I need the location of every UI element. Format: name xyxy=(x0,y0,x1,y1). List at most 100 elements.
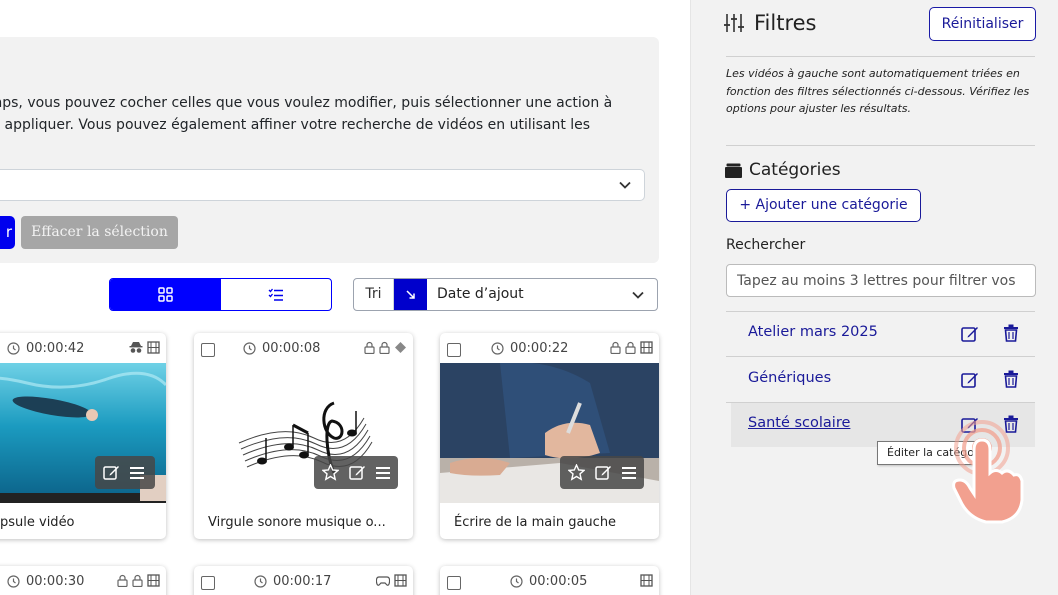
duration: 00:00:42 xyxy=(7,341,84,356)
card-status-icons xyxy=(117,574,160,587)
duration: 00:00:17 xyxy=(254,574,331,589)
reset-button[interactable]: Réinitialiser xyxy=(929,7,1036,41)
video-card[interactable]: 00:00:05 xyxy=(440,566,659,595)
chevron-down-icon xyxy=(619,181,631,189)
video-thumbnail[interactable] xyxy=(440,363,659,503)
list-view-button[interactable] xyxy=(221,279,332,310)
menu-icon[interactable] xyxy=(130,466,144,479)
card-status-icons xyxy=(640,574,653,587)
search-label: Rechercher xyxy=(726,237,806,253)
select-checkbox[interactable] xyxy=(447,576,461,590)
view-toggle xyxy=(109,278,332,311)
duration-text: 00:00:30 xyxy=(26,574,85,589)
duration-text: 00:00:22 xyxy=(510,341,569,356)
lock-icon xyxy=(610,341,621,354)
video-library: emps, vous pouvez cocher celles que vous… xyxy=(0,0,690,595)
clock-icon xyxy=(7,575,20,588)
film-icon xyxy=(394,574,407,587)
video-title[interactable]: Écrire de la main gauche xyxy=(454,515,616,530)
sort-desc-arrow-icon xyxy=(405,289,415,299)
apply-button[interactable]: r xyxy=(0,216,15,249)
clock-icon xyxy=(510,575,523,588)
clear-selection-button[interactable]: Effacer la sélection xyxy=(21,216,178,249)
info-line-2: uis appliquer. Vous pouvez également aff… xyxy=(0,117,591,133)
divider xyxy=(726,356,1035,357)
sort-label: Tri xyxy=(354,279,394,310)
lock-icon xyxy=(132,574,143,587)
filters-header: Filtres xyxy=(724,11,817,35)
sliders-icon xyxy=(724,14,744,32)
video-card[interactable]: 00:00:17 xyxy=(194,566,413,595)
category-item[interactable]: Génériques xyxy=(731,358,1035,402)
card-header: 00:00:08 xyxy=(194,333,413,363)
edit-icon[interactable] xyxy=(349,464,366,481)
card-status-icons xyxy=(129,341,160,354)
add-category-button[interactable]: + Ajouter une catégorie xyxy=(726,189,921,222)
categories-header: Catégories xyxy=(725,160,841,180)
grid-view-button[interactable] xyxy=(110,279,221,310)
edit-icon[interactable] xyxy=(961,371,979,389)
thumb-actions xyxy=(95,456,155,489)
film-icon xyxy=(147,341,160,354)
clock-icon xyxy=(491,342,504,355)
select-checkbox[interactable] xyxy=(201,343,215,357)
card-status-icons xyxy=(364,341,407,354)
duration-text: 00:00:42 xyxy=(26,341,85,356)
edit-icon[interactable] xyxy=(103,464,120,481)
film-icon xyxy=(640,574,653,587)
trash-icon[interactable] xyxy=(1003,324,1019,342)
category-name[interactable]: Atelier mars 2025 xyxy=(748,324,878,340)
duration-text: 00:00:08 xyxy=(262,341,321,356)
lock-icon xyxy=(379,341,390,354)
edit-icon[interactable] xyxy=(961,325,979,343)
lock-icon xyxy=(625,341,636,354)
video-card[interactable]: 00:00:08 Virgule sonore musique o... xyxy=(194,333,413,539)
pointer-hand-icon xyxy=(952,420,1024,524)
grid-icon xyxy=(158,287,173,302)
thumb-actions xyxy=(314,456,398,489)
sort-direction-button[interactable] xyxy=(394,279,427,310)
star-icon[interactable] xyxy=(568,464,585,481)
duration: 00:00:05 xyxy=(510,574,587,589)
incognito-icon xyxy=(129,342,143,353)
divider xyxy=(726,145,1035,146)
video-card[interactable]: 00:00:22 Écrire de la main gauche xyxy=(440,333,659,539)
lock-icon xyxy=(364,341,375,354)
card-status-icons xyxy=(376,574,407,587)
category-name[interactable]: Génériques xyxy=(748,370,831,386)
chevron-down-icon xyxy=(632,291,644,299)
select-checkbox[interactable] xyxy=(447,343,461,357)
film-icon xyxy=(147,574,160,587)
info-line-1: emps, vous pouvez cocher celles que vous… xyxy=(0,95,613,111)
category-search-input[interactable] xyxy=(726,264,1036,297)
menu-icon[interactable] xyxy=(376,466,390,479)
filters-title: Filtres xyxy=(754,11,817,35)
thumb-actions xyxy=(560,456,644,489)
clock-icon xyxy=(254,575,267,588)
sort-select[interactable]: Date d’ajout xyxy=(427,279,657,310)
duration: 00:00:08 xyxy=(243,341,320,356)
menu-icon[interactable] xyxy=(622,466,636,479)
divider xyxy=(726,56,1035,57)
duration: 00:00:30 xyxy=(7,574,84,589)
category-item[interactable]: Atelier mars 2025 xyxy=(731,312,1035,356)
filters-note: Les vidéos à gauche sont automatiquement… xyxy=(726,67,1030,115)
video-card[interactable]: 00:00:42 psule vidéo xyxy=(0,333,166,539)
broadcast-icon xyxy=(395,342,406,353)
video-thumbnail[interactable] xyxy=(194,363,413,503)
video-thumbnail[interactable] xyxy=(0,363,166,503)
edit-icon[interactable] xyxy=(595,464,612,481)
trash-icon[interactable] xyxy=(1003,370,1019,388)
video-card[interactable]: 00:00:30 xyxy=(0,566,166,595)
select-checkbox[interactable] xyxy=(201,576,215,590)
video-title[interactable]: Virgule sonore musique o... xyxy=(208,515,386,530)
categories-title: Catégories xyxy=(749,160,841,180)
star-icon[interactable] xyxy=(322,464,339,481)
category-name[interactable]: Santé scolaire xyxy=(748,415,850,431)
duration: 00:00:22 xyxy=(491,341,568,356)
clock-icon xyxy=(243,342,256,355)
card-header: 00:00:22 xyxy=(440,333,659,363)
action-select[interactable] xyxy=(0,169,645,201)
duration-text: 00:00:17 xyxy=(273,574,332,589)
video-title[interactable]: psule vidéo xyxy=(0,515,75,530)
